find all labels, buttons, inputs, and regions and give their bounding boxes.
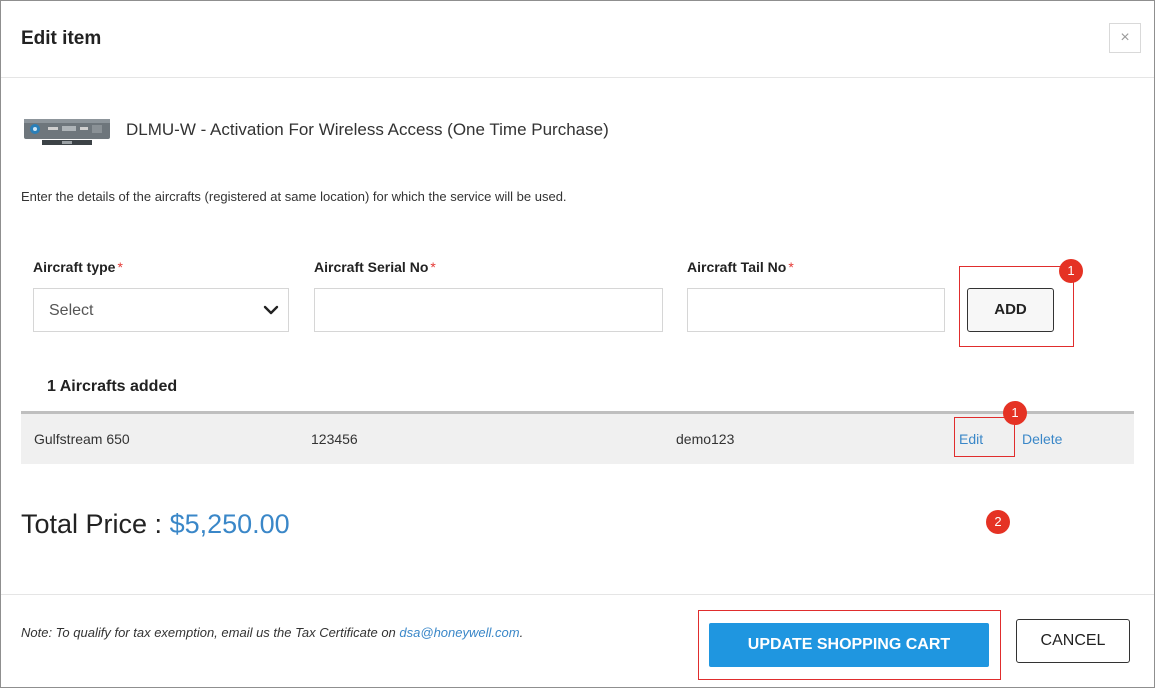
required-mark: *: [788, 259, 794, 275]
tax-note-end: .: [519, 625, 524, 640]
edit-item-modal: Edit item × DLMU-W - Activation For Wire…: [0, 0, 1155, 688]
modal-header: Edit item ×: [1, 1, 1154, 78]
row-tail: demo123: [676, 431, 735, 447]
tax-note-text: Note: To qualify for tax exemption, emai…: [21, 625, 400, 640]
add-button[interactable]: ADD: [967, 288, 1054, 332]
tax-email-link[interactable]: dsa@honeywell.com: [399, 625, 519, 640]
aircraft-type-select-value: Select: [49, 302, 94, 319]
edit-link[interactable]: Edit: [959, 431, 983, 447]
cancel-button[interactable]: CANCEL: [1016, 619, 1130, 663]
serial-label-text: Aircraft Serial No: [314, 259, 429, 275]
delete-link[interactable]: Delete: [1022, 431, 1062, 447]
product-name: DLMU-W - Activation For Wireless Access …: [126, 120, 609, 139]
total-price-label: Total Price :: [21, 509, 170, 539]
tail-label: Aircraft Tail No *: [687, 259, 794, 275]
row-aircraft-type: Gulfstream 650: [34, 431, 130, 447]
aircraft-type-label-text: Aircraft type: [33, 259, 116, 275]
update-shopping-cart-button[interactable]: UPDATE SHOPPING CART: [709, 623, 989, 667]
tax-note: Note: To qualify for tax exemption, emai…: [21, 625, 523, 640]
step-badge-update: 2: [986, 510, 1010, 534]
step-badge-add: 1: [1059, 259, 1083, 283]
tail-label-text: Aircraft Tail No: [687, 259, 787, 275]
required-mark: *: [117, 259, 123, 275]
serial-input[interactable]: [314, 288, 663, 332]
table-row: Gulfstream 650 123456 demo123 Edit Delet…: [21, 411, 1134, 464]
required-mark: *: [430, 259, 436, 275]
aircraft-type-select[interactable]: Select: [33, 288, 289, 332]
row-serial: 123456: [311, 431, 358, 447]
total-price-value: $5,250.00: [169, 509, 290, 539]
chevron-down-icon: [263, 305, 279, 315]
total-price: Total Price : $5,250.00: [21, 509, 290, 540]
product-thumbnail: [24, 119, 110, 145]
close-button[interactable]: ×: [1109, 23, 1141, 53]
modal-footer: Note: To qualify for tax exemption, emai…: [1, 594, 1154, 688]
step-badge-edit: 1: [1003, 401, 1027, 425]
modal-title: Edit item: [21, 28, 102, 49]
instructions-text: Enter the details of the aircrafts (regi…: [21, 189, 567, 204]
aircrafts-added-count: 1 Aircrafts added: [47, 378, 178, 395]
tail-input[interactable]: [687, 288, 945, 332]
aircraft-type-label: Aircraft type *: [33, 259, 123, 275]
serial-label: Aircraft Serial No *: [314, 259, 436, 275]
